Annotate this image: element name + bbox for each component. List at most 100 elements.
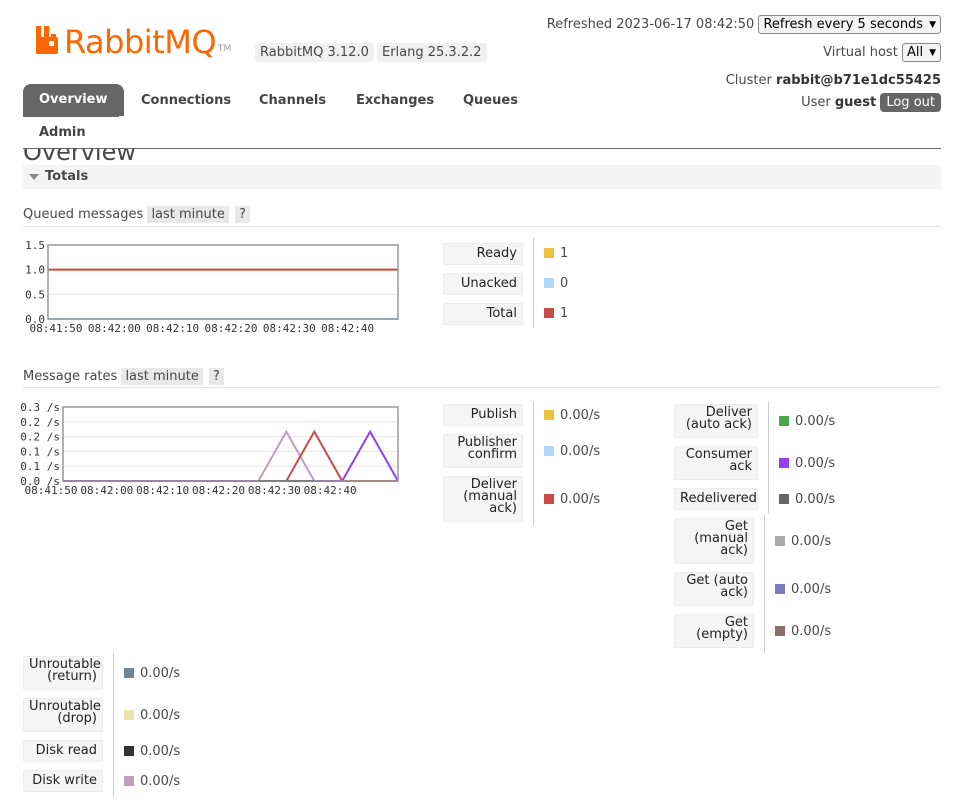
queued-messages-chart: 0.00.51.01.508:41:50 08:42:00 08:42:10 08:4… <box>25 239 399 335</box>
logout-button[interactable]: Log out <box>880 93 941 112</box>
deliver-manual-ack-value-text: 0.00/s <box>560 492 601 507</box>
disk-write-value-text: 0.00/s <box>140 774 181 789</box>
queued-help-button[interactable]: ? <box>235 206 250 223</box>
legend-redelivered-label: Redelivered <box>674 488 758 510</box>
legend-publisher-confirm-label: Publisher confirm <box>443 434 523 468</box>
legend-disk-read-value: 0.00/s <box>124 744 180 759</box>
x-tick-label: 08:42:10 <box>146 322 199 335</box>
get-empty-value-text: 0.00/s <box>791 624 832 639</box>
tab-queues[interactable]: Queues <box>463 93 518 108</box>
totals-section-title: Totals <box>45 169 89 184</box>
erlang-version-badge: Erlang 25.3.2.2 <box>377 43 487 62</box>
y-tick-label: 0.1 /s <box>20 460 60 473</box>
y-tick-label: 1.0 <box>25 264 45 277</box>
rates-divider <box>23 387 941 388</box>
collapse-triangle-icon <box>29 173 39 180</box>
x-tick-label: 08:41:50 <box>25 484 78 497</box>
legend-disk-write-value: 0.00/s <box>124 774 180 789</box>
vhost-value: All <box>906 45 924 60</box>
legend-unacked-label: Unacked <box>443 273 523 295</box>
tab-connections[interactable]: Connections <box>141 93 231 108</box>
refresh-interval-select[interactable]: Refresh every 5 seconds ▼ <box>758 15 941 34</box>
vhost-row: Virtual host All ▼ <box>823 43 941 62</box>
rates-right-legend-divider-1 <box>768 401 769 513</box>
queued-messages-header: Queued messages last minute ? <box>23 206 250 223</box>
tab-underline <box>23 116 119 117</box>
legend-redelivered-value: 0.00/s <box>779 492 835 507</box>
tab-channels[interactable]: Channels <box>259 93 326 108</box>
y-tick-label: 0.5 <box>25 288 45 301</box>
publish-value-text: 0.00/s <box>560 408 601 423</box>
refresh-interval-value: Refresh every 5 seconds <box>763 17 924 32</box>
legend-unroutable-drop-value: 0.00/s <box>124 708 180 723</box>
redelivered-value-text: 0.00/s <box>795 492 836 507</box>
y-tick-label: 0.3 /s <box>20 401 60 414</box>
get-auto-ack-value-text: 0.00/s <box>791 582 832 597</box>
publish-swatch <box>544 409 554 420</box>
user-label: User <box>801 95 831 110</box>
page-title-wrap: Overview <box>23 149 323 163</box>
rabbitmq-logo[interactable]: RabbitMQ TM <box>34 26 231 58</box>
legend-total-label: Total <box>443 303 523 325</box>
unroutable-return-swatch <box>124 667 134 678</box>
rates-help-button[interactable]: ? <box>209 368 224 385</box>
cluster-name: rabbit@b71e1dc55425 <box>776 73 941 88</box>
vhost-select[interactable]: All ▼ <box>901 43 941 62</box>
tab-overview[interactable]: Overview <box>23 84 124 116</box>
legend-publisher-confirm-value: 0.00/s <box>544 444 600 459</box>
legend-disk-read-label: Disk read <box>23 740 103 762</box>
queued-legend-divider <box>533 238 534 328</box>
y-tick-label: 0.2 /s <box>20 416 60 429</box>
y-tick-label: 0.1 /s <box>20 445 60 458</box>
unacked-swatch <box>544 277 554 288</box>
x-tick-label: 08:42:30 <box>263 322 316 335</box>
x-tick-label: 08:41:50 <box>30 322 83 335</box>
legend-deliver-auto-ack-value: 0.00/s <box>779 414 835 429</box>
tab-admin[interactable]: Admin <box>39 125 86 140</box>
deliver-manual-ack-swatch <box>544 493 554 504</box>
chevron-down-icon: ▼ <box>929 47 936 58</box>
rates-right-legend-divider-2 <box>764 515 765 653</box>
legend-publish-label: Publish <box>443 404 523 426</box>
queued-messages-title: Queued messages <box>23 207 144 222</box>
rates-left-legend-divider <box>533 401 534 525</box>
get-manual-ack-value-text: 0.00/s <box>791 534 832 549</box>
legend-deliver-auto-ack-label: Deliver (auto ack) <box>674 404 758 438</box>
x-tick-label: 08:42:30 <box>248 484 301 497</box>
ready-swatch <box>544 247 554 258</box>
page-title: Overview <box>23 149 136 163</box>
disk-read-swatch <box>124 745 134 756</box>
legend-consumer-ack-label: Consumer ack <box>674 446 758 480</box>
message-rates-header: Message rates last minute ? <box>23 368 224 385</box>
user-row: User guest Log out <box>801 93 941 112</box>
chevron-down-icon: ▼ <box>929 19 936 30</box>
redelivered-swatch <box>779 493 789 504</box>
legend-unroutable-return-value: 0.00/s <box>124 666 180 681</box>
user-name: guest <box>834 95 877 110</box>
deliver-auto-ack-value-text: 0.00/s <box>795 414 836 429</box>
totals-section-toggle[interactable]: Totals <box>23 165 941 189</box>
x-tick-label: 08:42:10 <box>136 484 189 497</box>
unroutable-drop-swatch <box>124 709 134 720</box>
legend-deliver-manual-ack-label: Deliver (manual ack) <box>443 476 523 522</box>
y-tick-label: 0.2 /s <box>20 431 60 444</box>
legend-ready-value: 1 <box>544 246 568 261</box>
legend-get-auto-ack-label: Get (auto ack) <box>674 572 754 606</box>
queued-range-chip[interactable]: last minute <box>147 206 229 223</box>
legend-get-empty-value: 0.00/s <box>775 624 831 639</box>
consumer-ack-swatch <box>779 457 789 468</box>
message-rates-title: Message rates <box>23 369 118 384</box>
rabbit-logo-icon <box>34 26 60 54</box>
unacked-value-text: 0 <box>560 276 569 291</box>
rates-range-chip[interactable]: last minute <box>121 368 203 385</box>
refreshed-time: 2023-06-17 08:42:50 <box>616 17 755 32</box>
legend-deliver-manual-ack-value: 0.00/s <box>544 492 600 507</box>
cluster-label: Cluster <box>725 73 772 88</box>
x-tick-label: 08:42:00 <box>80 484 133 497</box>
rabbitmq-version-badge: RabbitMQ 3.12.0 <box>255 43 374 62</box>
publisher-confirm-value-text: 0.00/s <box>560 444 601 459</box>
tab-exchanges[interactable]: Exchanges <box>356 93 434 108</box>
legend-unroutable-drop-label: Unroutable (drop) <box>23 698 103 732</box>
rates-bottom-legend-divider <box>113 653 114 797</box>
get-empty-swatch <box>775 625 785 636</box>
